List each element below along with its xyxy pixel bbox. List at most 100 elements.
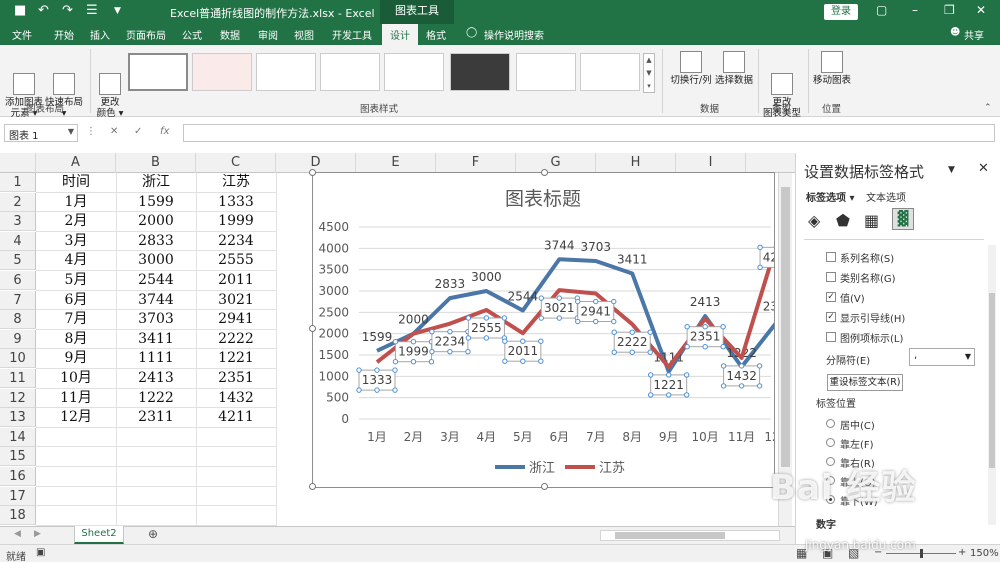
chart-style-4[interactable] — [320, 53, 380, 91]
row-header[interactable]: 13 — [0, 408, 36, 428]
tab-insert[interactable]: 插入 — [90, 27, 110, 42]
prev-sheet-icon[interactable]: ◀ — [14, 529, 21, 539]
table-cell[interactable]: 9月 — [36, 349, 116, 368]
add-chart-element-button[interactable]: 添加图表 元素 ▾ — [4, 51, 44, 130]
table-cell[interactable]: 1111 — [116, 349, 196, 368]
zoom-level[interactable]: 150% — [970, 548, 999, 559]
table-cell[interactable]: 2月 — [36, 212, 116, 231]
row-header[interactable]: 14 — [0, 427, 36, 447]
row-header[interactable]: 17 — [0, 486, 36, 506]
tab-review[interactable]: 审阅 — [258, 27, 278, 42]
table-cell[interactable]: 2222 — [196, 330, 276, 349]
row-header[interactable]: 6 — [0, 271, 36, 290]
customize-menu-icon[interactable]: ☰ — [86, 3, 98, 18]
tab-format[interactable]: 格式 — [426, 27, 446, 42]
table-cell[interactable]: 3021 — [196, 291, 276, 310]
table-cell[interactable]: 1432 — [196, 389, 276, 408]
table-cell[interactable]: 2000 — [116, 212, 196, 231]
tab-formulas[interactable]: 公式 — [182, 27, 202, 42]
table-cell[interactable]: 11月 — [36, 389, 116, 408]
minimize-icon[interactable]: – — [912, 3, 918, 17]
row-header[interactable]: 9 — [0, 329, 36, 349]
chart-resize-handle[interactable] — [541, 169, 548, 176]
chart-resize-handle[interactable] — [541, 483, 548, 490]
radio-left[interactable] — [826, 438, 835, 447]
table-cell[interactable]: 2833 — [116, 232, 196, 251]
table-cell[interactable]: 2311 — [116, 408, 196, 427]
checkbox-legend-key[interactable] — [826, 332, 836, 342]
table-cell[interactable]: 1221 — [196, 349, 276, 368]
tab-developer[interactable]: 开发工具 — [332, 27, 372, 42]
chart-style-1[interactable] — [128, 53, 188, 91]
chevron-down-icon[interactable]: ▼ — [68, 127, 74, 136]
separator-select[interactable]: , ▼ — [909, 348, 975, 366]
chevron-down-icon[interactable]: ▼ — [965, 352, 971, 361]
row-header[interactable]: 3 — [0, 212, 36, 232]
change-colors-button[interactable]: 更改 颜色 ▾ — [94, 51, 126, 130]
row-header[interactable]: 18 — [0, 506, 36, 526]
table-cell[interactable]: 12月 — [36, 408, 116, 427]
vertical-scroll-thumb[interactable] — [781, 187, 790, 467]
row-header[interactable]: 7 — [0, 290, 36, 310]
size-properties-icon[interactable]: ▦ — [864, 211, 879, 230]
col-header-c[interactable]: C — [196, 153, 276, 173]
label-options-bar-icon[interactable]: ▓ — [892, 208, 914, 230]
select-all-corner[interactable] — [0, 153, 36, 173]
undo-icon[interactable]: ↶ — [38, 3, 49, 18]
row-header[interactable]: 15 — [0, 447, 36, 467]
table-cell[interactable]: 4211 — [196, 408, 276, 427]
row-header[interactable]: 2 — [0, 192, 36, 212]
horizontal-scrollbar[interactable] — [600, 530, 780, 541]
tab-text-options[interactable]: 文本选项 — [866, 189, 906, 204]
tab-view[interactable]: 视图 — [294, 27, 314, 42]
select-data-button[interactable]: 选择数据 — [714, 51, 754, 86]
row-header[interactable]: 5 — [0, 251, 36, 271]
insert-function-icon[interactable]: fx — [160, 126, 169, 137]
chart-style-7[interactable] — [516, 53, 576, 91]
cancel-icon[interactable]: ✕ — [110, 126, 118, 137]
tab-home[interactable]: 开始 — [54, 27, 74, 42]
table-cell[interactable]: 3744 — [116, 291, 196, 310]
tab-file[interactable]: 文件 — [12, 27, 32, 42]
chart-style-6[interactable] — [450, 53, 510, 91]
fill-icon[interactable]: ◈ — [808, 211, 820, 230]
change-chart-type-button[interactable]: 更改 图表类型 — [762, 51, 802, 130]
save-icon[interactable]: ■ — [14, 3, 26, 18]
table-cell[interactable]: 1999 — [196, 212, 276, 231]
redo-icon[interactable]: ↷ — [62, 3, 73, 18]
pane-options-chevron-icon[interactable]: ▼ — [948, 165, 955, 175]
header-cell[interactable]: 浙江 — [116, 173, 196, 192]
chart-resize-handle[interactable] — [309, 169, 316, 176]
col-header-a[interactable]: A — [36, 153, 116, 173]
col-header-i[interactable]: I — [676, 153, 746, 173]
table-cell[interactable]: 1222 — [116, 389, 196, 408]
table-cell[interactable]: 3月 — [36, 232, 116, 251]
chart-resize-handle[interactable] — [309, 325, 316, 332]
header-cell[interactable]: 江苏 — [196, 173, 276, 192]
chart-resize-handle[interactable] — [309, 483, 316, 490]
col-header-e[interactable]: E — [356, 153, 436, 173]
row-header[interactable]: 1 — [0, 173, 36, 192]
checkbox-value[interactable]: ✓ — [826, 292, 836, 302]
table-cell[interactable]: 2351 — [196, 369, 276, 388]
table-cell[interactable]: 2555 — [196, 251, 276, 270]
share-button[interactable]: 共享 — [964, 27, 984, 42]
reset-label-text-button[interactable]: 重设标签文本(R) — [827, 374, 903, 391]
row-header[interactable]: 8 — [0, 310, 36, 330]
table-cell[interactable]: 7月 — [36, 310, 116, 329]
collapse-ribbon-icon[interactable]: ⌃ — [984, 103, 992, 113]
next-sheet-icon[interactable]: ▶ — [34, 529, 41, 539]
restore-icon[interactable]: ❐ — [944, 3, 955, 17]
table-cell[interactable]: 3703 — [116, 310, 196, 329]
table-cell[interactable]: 2544 — [116, 271, 196, 290]
chart-canvas[interactable]: 图表标题 0 500 1000 1500 2000 2500 3000 3500 4000 4500… — [313, 173, 799, 487]
table-cell[interactable]: 4月 — [36, 251, 116, 270]
tab-design[interactable]: 设计 — [382, 24, 418, 45]
row-header[interactable]: 12 — [0, 388, 36, 408]
col-header-h[interactable]: H — [596, 153, 676, 173]
ribbon-display-icon[interactable]: ▢ — [876, 3, 887, 17]
close-icon[interactable]: ✕ — [976, 3, 986, 17]
checkbox-series-name[interactable] — [826, 252, 836, 262]
sheet-tab-sheet2[interactable]: Sheet2 — [74, 526, 124, 544]
chart-style-2[interactable] — [192, 53, 252, 91]
